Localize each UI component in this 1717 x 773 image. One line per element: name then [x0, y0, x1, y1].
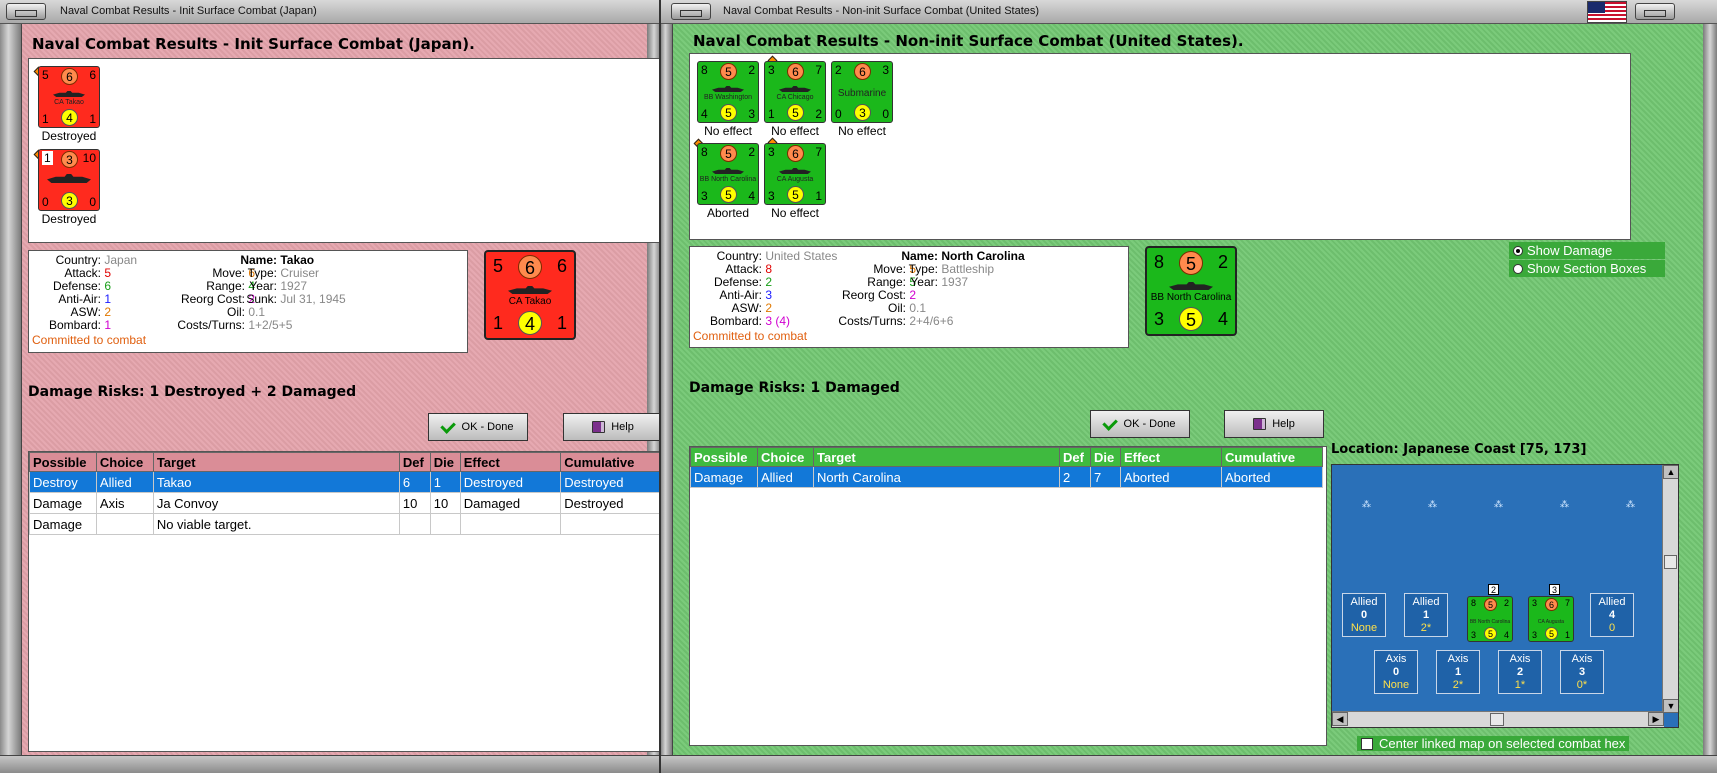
stack-count: 3 [1549, 584, 1560, 595]
ship-silhouette-icon [53, 91, 85, 97]
checkbox-icon[interactable] [1361, 738, 1373, 750]
unit-result-label: No effect [704, 124, 752, 138]
ok-done-button[interactable]: OK - Done [428, 413, 528, 441]
window-menu-button[interactable] [671, 3, 711, 20]
unit-counter[interactable]: 1 3 10 0 3 0 [38, 149, 100, 211]
unit-info-panel: Country: United States Attack: 8 Defense… [689, 246, 1129, 348]
radio-selected-icon[interactable] [1513, 246, 1523, 256]
japan-results-window: Naval Combat Results - Init Surface Comb… [0, 0, 661, 773]
unit-result-label: Destroyed [41, 212, 97, 226]
commit-status: Committed to combat [32, 333, 147, 347]
page-title: Naval Combat Results - Non-init Surface … [693, 32, 1244, 50]
allied-section-box[interactable]: Allied 4 0 [1590, 593, 1634, 637]
checkmark-icon [439, 417, 456, 434]
us-window-titlebar[interactable]: Naval Combat Results - Non-init Surface … [661, 0, 1717, 24]
unit-counter[interactable]: 852 BB North Carolina 354 [697, 143, 759, 205]
selected-unit-counter: 5 6 6 CA Takao 1 4 1 [484, 250, 576, 340]
unit-result-2[interactable]: 1 3 10 0 3 0 Destroyed [33, 149, 105, 226]
table-header-row: Possible Choice Target Def Die Effect Cumulati… [29, 452, 661, 472]
ok-done-button[interactable]: OK - Done [1090, 410, 1190, 438]
checkmark-icon [1101, 414, 1118, 431]
unit-result-label: Aborted [706, 206, 750, 220]
location-label: Location: Japanese Coast [75, 173] [1331, 442, 1587, 457]
ship-silhouette-icon [508, 286, 552, 294]
damage-risks-summary: Damage Risks: 1 Damaged [689, 380, 900, 396]
table-header-row: Possible Choice Target Def Die Effect Cumulati… [690, 447, 1323, 467]
damage-risks-summary: Damage Risks: 1 Destroyed + 2 Damaged [28, 384, 357, 400]
scroll-left-arrow-icon[interactable]: ◀ [1332, 712, 1348, 726]
unit-result-2[interactable]: 367 CA Chicago 152 No effect [759, 55, 831, 138]
map-horizontal-scrollbar[interactable]: ◀ ▶ [1332, 711, 1664, 727]
radio-unselected-icon[interactable] [1513, 264, 1523, 274]
scroll-thumb[interactable] [1664, 555, 1677, 569]
show-section-boxes-option[interactable]: Show Section Boxes [1509, 260, 1665, 277]
unit-counter[interactable]: 263 Submarine 030 [831, 61, 893, 123]
us-flag-icon [1587, 1, 1627, 23]
center-linked-map-checkbox[interactable]: Center linked map on selected combat hex [1357, 736, 1630, 751]
damage-results-table: Possible Choice Target Def Die Effect Cumulati… [689, 446, 1327, 746]
axis-section-box[interactable]: Axis 0 None [1374, 650, 1418, 694]
unit-counter[interactable]: 852 BB Washington 453 [697, 61, 759, 123]
ship-silhouette-icon [712, 86, 744, 92]
scroll-up-arrow-icon[interactable]: ▲ [1663, 465, 1678, 479]
window-title: Naval Combat Results - Non-init Surface … [723, 5, 1040, 17]
selected-unit-counter: 8 5 2 BB North Carolina 3 5 4 [1145, 246, 1237, 336]
page-title: Naval Combat Results - Init Surface Comb… [32, 35, 475, 53]
window-menu-button[interactable] [6, 3, 46, 20]
window-frame-right [1703, 24, 1717, 755]
window-frame-left [0, 24, 22, 755]
unit-result-label: No effect [771, 206, 819, 220]
table-row[interactable]: Damage Allied North Carolina 2 7 Aborted Abort… [690, 466, 1323, 488]
scroll-right-arrow-icon[interactable]: ▶ [1648, 712, 1664, 726]
ship-silhouette-icon [712, 168, 744, 174]
linked-map-view[interactable]: ⁂ ⁂ ⁂ ⁂ ⁂ Allied 0 None Allied 1 2* 2 852 BB… [1331, 464, 1679, 728]
table-row[interactable]: Destroy Allied Takao 6 1 Destroyed Destroyed [29, 471, 661, 493]
allied-section-box[interactable]: Allied 0 None [1342, 593, 1386, 637]
ship-silhouette-icon [779, 86, 811, 92]
window-minimize-button[interactable] [1635, 3, 1675, 20]
window-frame-left [661, 24, 673, 755]
window-status-bar [0, 755, 661, 773]
show-damage-option[interactable]: Show Damage [1509, 242, 1665, 259]
ship-silhouette-icon [1169, 282, 1213, 290]
table-row[interactable]: Damage No viable target. [29, 513, 661, 535]
allied-section-box[interactable]: Allied 1 2* [1404, 593, 1448, 637]
help-book-icon [592, 421, 606, 433]
table-row[interactable]: Damage Axis Ja Convoy 10 10 Damaged Destroyed [29, 492, 661, 514]
unit-result-5[interactable]: 367 CA Augusta 351 No effect [759, 137, 831, 220]
unit-results-panel: 5 6 6 CA Takao 1 4 1 Destroyed 1 3 10 0 … [28, 58, 661, 243]
unit-counter[interactable]: 367 CA Augusta 351 [764, 143, 826, 205]
scroll-down-arrow-icon[interactable]: ▼ [1663, 699, 1678, 713]
axis-section-box[interactable]: Axis 3 0* [1560, 650, 1604, 694]
unit-result-4[interactable]: 852 BB North Carolina 354 Aborted [692, 138, 764, 220]
unit-result-label: Destroyed [41, 129, 97, 143]
unit-info-panel: Country: Japan Attack: 5 Defense: 6 Anti… [28, 250, 468, 353]
map-unit-counter[interactable]: 367 CA Augusta 351 [1528, 596, 1574, 642]
us-results-window: Naval Combat Results - Non-init Surface … [661, 0, 1717, 773]
commit-status: Committed to combat [693, 329, 808, 343]
unit-result-3[interactable]: 263 Submarine 030 No effect [826, 61, 898, 138]
unit-result-label: No effect [771, 124, 819, 138]
map-unit-counter[interactable]: 852 BB North Carolina 354 [1467, 596, 1513, 642]
help-button[interactable]: Help [563, 413, 661, 441]
unit-results-panel: 852 BB Washington 453 No effect 367 CA C… [689, 53, 1631, 240]
axis-section-box[interactable]: Axis 2 1* [1498, 650, 1542, 694]
window-status-bar [661, 755, 1717, 773]
window-title: Naval Combat Results - Init Surface Comb… [60, 5, 317, 17]
stack-count: 2 [1488, 584, 1499, 595]
help-button[interactable]: Help [1224, 410, 1324, 438]
help-book-icon [1253, 418, 1267, 430]
unit-counter[interactable]: 367 CA Chicago 152 [764, 61, 826, 123]
damage-results-table: Possible Choice Target Def Die Effect Cumulati… [28, 451, 661, 752]
unit-result-label: No effect [838, 124, 886, 138]
unit-result-1[interactable]: 852 BB Washington 453 No effect [692, 61, 764, 138]
japan-window-titlebar[interactable]: Naval Combat Results - Init Surface Comb… [0, 0, 661, 24]
unit-result-1[interactable]: 5 6 6 CA Takao 1 4 1 Destroyed [33, 66, 105, 143]
axis-section-box[interactable]: Axis 1 2* [1436, 650, 1480, 694]
convoy-ship-icon [47, 174, 91, 183]
unit-counter[interactable]: 5 6 6 CA Takao 1 4 1 [38, 66, 100, 128]
ship-silhouette-icon [779, 168, 811, 174]
map-vertical-scrollbar[interactable]: ▲ ▼ [1662, 465, 1678, 713]
scroll-thumb[interactable] [1490, 713, 1504, 726]
